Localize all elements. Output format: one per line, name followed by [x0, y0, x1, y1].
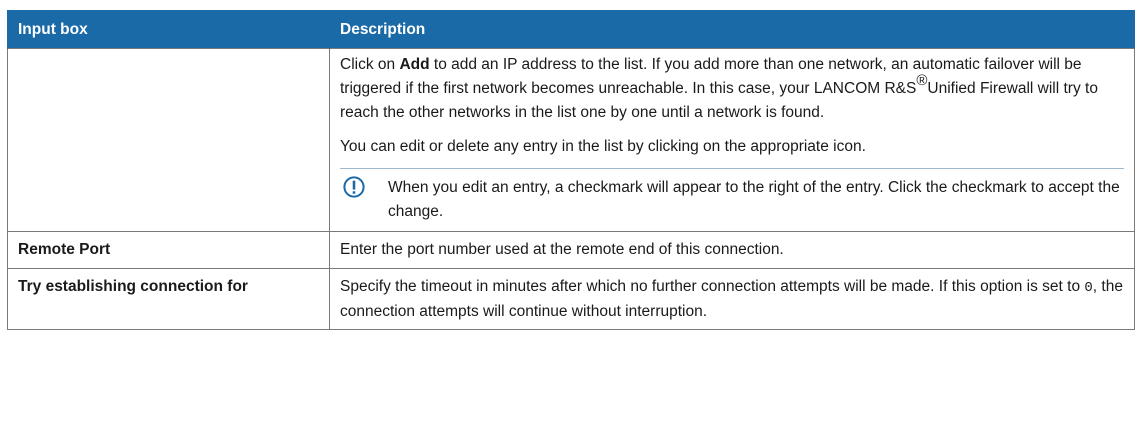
header-input-box: Input box — [7, 10, 330, 49]
header-description: Description — [329, 10, 1135, 49]
add-keyword: Add — [399, 56, 430, 73]
text-timeout-info: Specify the timeout in minutes after whi… — [340, 278, 1085, 295]
code-zero-value: 0 — [1084, 280, 1093, 296]
table-row-try-establishing: Try establishing connection for Specify … — [7, 268, 1135, 330]
row-description-try-establishing: Specify the timeout in minutes after whi… — [329, 268, 1135, 330]
paragraph-edit-delete: You can edit or delete any entry in the … — [340, 138, 866, 155]
row-label-remote-port: Remote Port — [7, 231, 330, 269]
row-description-ip: Click on Add to add an IP address to the… — [329, 48, 1135, 232]
note-text: When you edit an entry, a checkmark will… — [388, 179, 1120, 220]
table-header: Input box Description — [7, 10, 1135, 49]
table-row-remote-port: Remote Port Enter the port number used a… — [7, 231, 1135, 269]
note-box: When you edit an entry, a checkmark will… — [340, 168, 1124, 224]
exclamation-circle-icon — [343, 176, 365, 198]
parameter-table: Input box Description Click on Add to ad… — [7, 10, 1135, 330]
row-description-remote-port: Enter the port number used at the remote… — [329, 231, 1135, 269]
document-page: Input box Description Click on Add to ad… — [0, 0, 1140, 330]
paragraph-add-info: Click on Add to add an IP address to the… — [340, 53, 1124, 125]
registered-mark: ® — [916, 72, 928, 89]
header-row: Input box Description — [7, 10, 1135, 49]
row-label-try-establishing: Try establishing connection for — [7, 268, 330, 330]
text-click-on: Click on — [340, 56, 400, 73]
table-row-ip-address: Click on Add to add an IP address to the… — [7, 48, 1135, 232]
row-label-ip — [7, 48, 330, 232]
